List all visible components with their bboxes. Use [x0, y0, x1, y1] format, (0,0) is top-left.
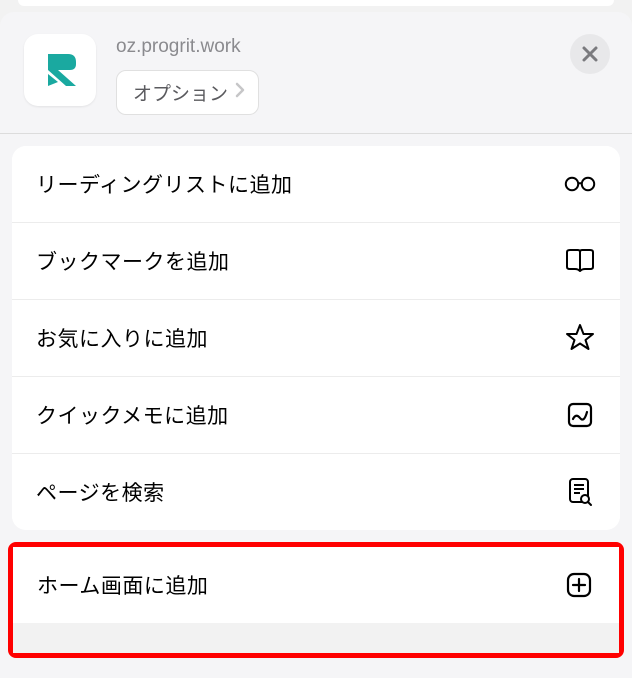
menu-item-add-to-home[interactable]: ホーム画面に追加 [13, 547, 619, 623]
site-url: oz.progrit.work [116, 36, 259, 58]
chevron-right-icon [234, 82, 246, 104]
search-page-icon [564, 476, 596, 508]
menu-item-bookmark[interactable]: ブックマークを追加 [12, 223, 620, 300]
menu-label: ホーム画面に追加 [37, 570, 208, 600]
menu-label: クイックメモに追加 [36, 400, 229, 430]
highlight-annotation: ホーム画面に追加 [8, 542, 624, 658]
site-favicon [24, 34, 96, 106]
glasses-icon [564, 168, 596, 200]
close-button[interactable] [570, 34, 610, 74]
book-icon [564, 245, 596, 277]
menu-label: ブックマークを追加 [36, 246, 230, 276]
background-tab-hint [18, 0, 614, 6]
star-icon [564, 322, 596, 354]
spacer [13, 623, 619, 653]
add-home-icon [563, 569, 595, 601]
menu-label: ページを検索 [36, 477, 165, 507]
action-menu: リーディングリストに追加 ブックマークを追加 お気に入りに追加 クイックメモに追… [12, 146, 620, 530]
options-label: オプション [133, 79, 228, 106]
close-icon [581, 45, 599, 63]
menu-item-favorite[interactable]: お気に入りに追加 [12, 300, 620, 377]
header-info: oz.progrit.work オプション [116, 34, 259, 115]
options-button[interactable]: オプション [116, 70, 259, 115]
progrit-logo-icon [36, 46, 84, 94]
menu-label: お気に入りに追加 [36, 323, 208, 353]
quicknote-icon [564, 399, 596, 431]
menu-label: リーディングリストに追加 [36, 169, 293, 199]
share-sheet: oz.progrit.work オプション リーディングリストに追加 ブックマー… [0, 12, 632, 678]
sheet-header: oz.progrit.work オプション [0, 12, 632, 134]
menu-item-reading-list[interactable]: リーディングリストに追加 [12, 146, 620, 223]
menu-item-find-on-page[interactable]: ページを検索 [12, 454, 620, 530]
menu-item-quicknote[interactable]: クイックメモに追加 [12, 377, 620, 454]
